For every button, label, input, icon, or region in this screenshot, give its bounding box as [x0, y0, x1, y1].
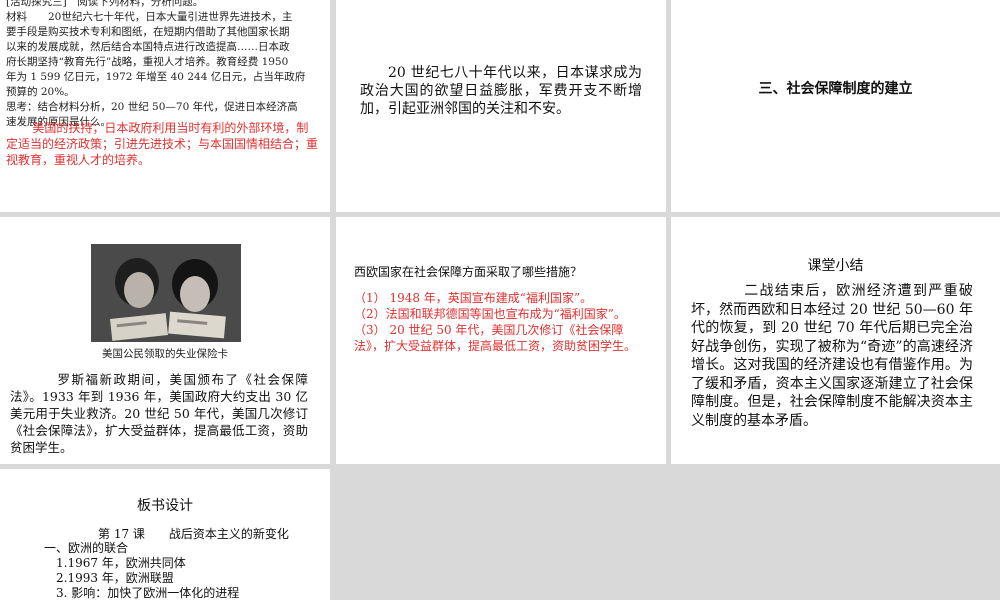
- outline-item: 一、欧洲的联合: [44, 541, 129, 555]
- slide-activity-inquiry[interactable]: [活动探究三] 阅读下列材料，分析问题。 材料 20世纪六七十年代，日本大量引进…: [0, 0, 330, 212]
- summary-title: 课堂小结: [807, 258, 864, 274]
- japan-paragraph: 20 世纪七八十年代以来，日本谋求成为政治大国的欲望日益膨胀，军费开支不断增加，…: [360, 65, 642, 117]
- answer-item: （3） 20 世纪 50 年代，美国几次修订《社会保障法》，扩大受益群体，提高最…: [354, 323, 637, 353]
- answer-item: （1） 1948 年，英国宣布建成“福利国家”。: [354, 291, 593, 305]
- answer-item: （2）法国和联邦德国等国也宣布成为“福利国家”。: [354, 307, 626, 321]
- activity-heading: [活动探究三] 阅读下列材料，分析问题。: [6, 0, 204, 8]
- photo-caption: 美国公民领取的失业保险卡: [102, 348, 228, 360]
- outline-item: 2.1993 年，欧洲联盟: [56, 571, 174, 585]
- slide-class-summary[interactable]: 课堂小结 二战结束后，欧洲经济遭到严重破坏，然而西欧和日本经过 20 世纪 50…: [671, 217, 1000, 464]
- slide-us-social-security[interactable]: 美国公民领取的失业保险卡 罗斯福新政期间，美国颁布了《社会保障法》。1933 年…: [0, 217, 330, 464]
- board-title: 板书设计: [137, 498, 193, 514]
- slide-japan-politics[interactable]: 20 世纪七八十年代以来，日本谋求成为政治大国的欲望日益膨胀，军费开支不断增加，…: [336, 0, 666, 212]
- outline-item: 3. 影响：加快了欧洲一体化的进程: [56, 586, 240, 600]
- section-title: 三、社会保障制度的建立: [758, 81, 913, 97]
- material-line: 要手段是购买技术专利和图纸，在短期内借助了其他国家长期: [6, 26, 290, 38]
- slide-social-security-title[interactable]: 三、社会保障制度的建立: [671, 0, 1000, 212]
- answer-list: （1） 1948 年，英国宣布建成“福利国家”。 （2）法国和联邦德国等国也宣布…: [354, 290, 646, 354]
- lesson-title: 第 17 课 战后资本主义的新变化: [98, 527, 289, 541]
- summary-paragraph: 二战结束后，欧洲经济遭到严重破坏，然而西欧和日本经过 20 世纪 50—60 年…: [691, 283, 973, 429]
- outline-item: 1.1967 年，欧洲共同体: [56, 556, 186, 570]
- question-text: 西欧国家在社会保障方面采取了哪些措施？: [354, 265, 583, 279]
- material-line: 年为 1 599 亿日元，1972 年增至 40 244 亿日元，占当年政府: [6, 71, 306, 83]
- unemployment-card-photo: [91, 244, 241, 342]
- board-outline: 一、欧洲的联合 1.1967 年，欧洲共同体 2.1993 年，欧洲联盟 3. …: [44, 541, 239, 600]
- material-text: 材料 20世纪六七十年代，日本大量引进世界先进技术，主 要手段是购买技术专利和图…: [6, 10, 318, 130]
- material-line: 思考：结合材料分析，20 世纪 50—70 年代，促进日本经济高: [6, 101, 298, 113]
- material-line: 预算的 20%。: [6, 86, 75, 98]
- slide-western-europe-measures[interactable]: 西欧国家在社会保障方面采取了哪些措施？ （1） 1948 年，英国宣布建成“福利…: [336, 217, 666, 464]
- material-line: 府长期坚持“教育先行”战略，重视人才培养。教育经费 1950: [6, 56, 289, 68]
- material-line: 以来的发展成就，然后结合本国特点进行改造提高……日本政: [6, 41, 290, 53]
- new-deal-paragraph: 罗斯福新政期间，美国颁布了《社会保障法》。1933 年到 1936 年，美国政府…: [10, 372, 308, 455]
- slide-board-design[interactable]: 板书设计 第 17 课 战后资本主义的新变化 一、欧洲的联合 1.1967 年，…: [0, 469, 330, 600]
- material-line: 材料 20世纪六七十年代，日本大量引进世界先进技术，主: [6, 11, 293, 23]
- answer-text: 美国的扶持；日本政府利用当时有利的外部环境，制定适当的经济政策；引进先进技术；与…: [6, 121, 319, 167]
